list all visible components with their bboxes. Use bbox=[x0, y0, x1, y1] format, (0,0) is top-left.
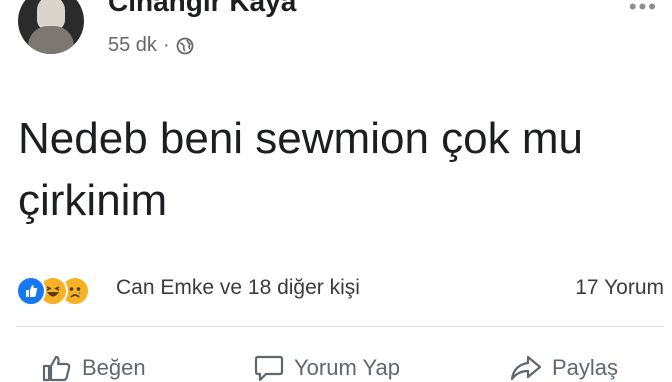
comment-label: Yorum Yap bbox=[294, 355, 401, 380]
post-meta: 55 dk · bbox=[108, 34, 194, 57]
like-label: Beğen bbox=[82, 355, 146, 380]
post-time[interactable]: 55 dk bbox=[108, 34, 157, 57]
divider bbox=[16, 326, 664, 327]
reactors-summary[interactable]: Can Emke ve 18 diğer kişi bbox=[116, 276, 360, 300]
share-label: Paylaş bbox=[552, 355, 619, 380]
post-text: Nedeb beni sewmion çok mu çirkinim bbox=[18, 114, 583, 225]
author-avatar[interactable] bbox=[18, 0, 84, 54]
reactions-row: Can Emke ve 18 diğer kişi 17 Yorum bbox=[16, 272, 664, 308]
author-name[interactable]: Cihangir Kaya bbox=[108, 0, 296, 18]
facebook-post: Cihangir Kaya 55 dk · ••• Nedeb beni sew… bbox=[0, 0, 672, 382]
more-icon[interactable]: ••• bbox=[629, 0, 658, 20]
globe-icon bbox=[176, 37, 194, 55]
like-reaction-icon bbox=[16, 276, 46, 306]
meta-separator: · bbox=[162, 34, 170, 56]
comments-count[interactable]: 17 Yorum bbox=[575, 276, 664, 300]
avatar-body bbox=[28, 26, 74, 54]
reaction-icons[interactable] bbox=[16, 276, 112, 306]
